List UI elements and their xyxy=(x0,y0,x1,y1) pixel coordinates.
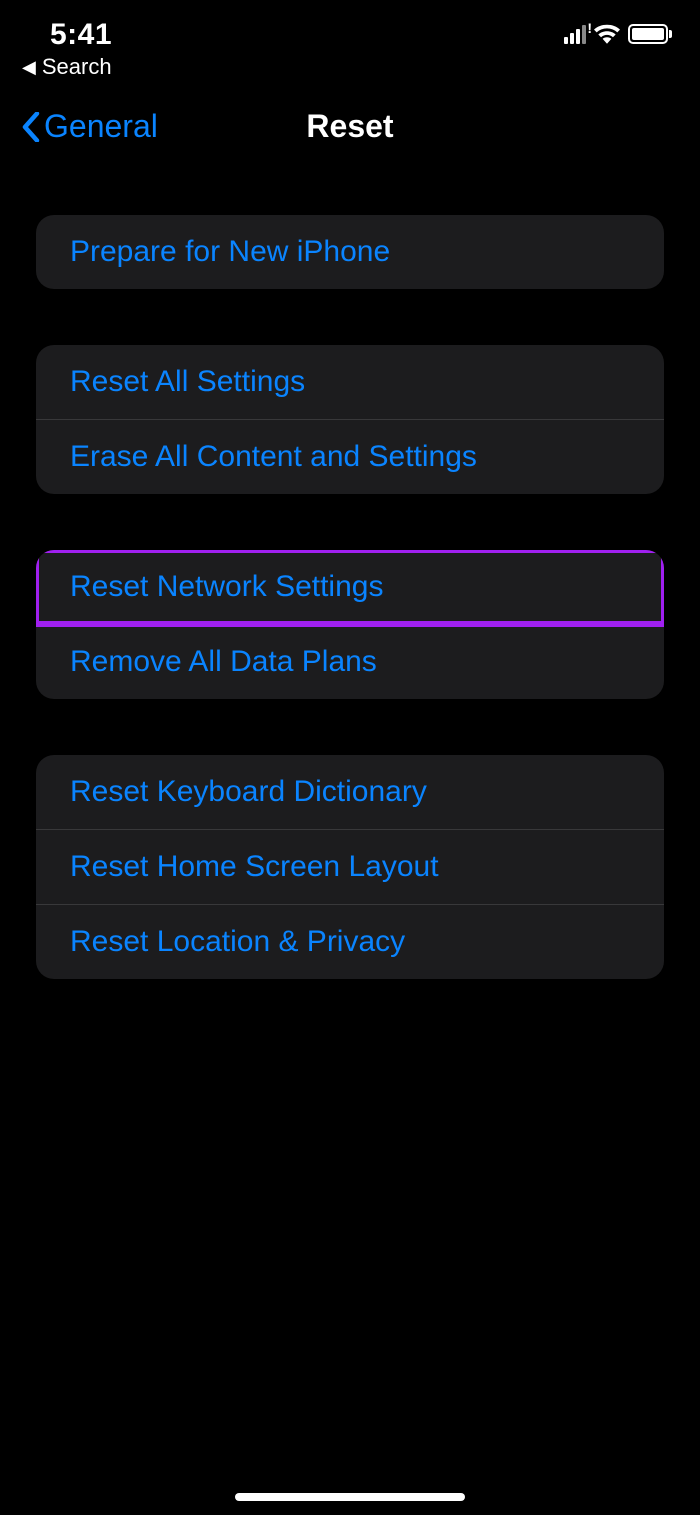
status-time: 5:41 xyxy=(50,18,112,52)
row-reset-keyboard-dictionary[interactable]: Reset Keyboard Dictionary xyxy=(36,755,664,829)
row-reset-network-settings[interactable]: Reset Network Settings xyxy=(36,550,664,624)
breadcrumb-back[interactable]: ◀ Search xyxy=(0,50,700,80)
status-bar: 5:41 ! xyxy=(0,0,700,50)
chevron-left-icon xyxy=(22,112,40,142)
row-remove-all-data-plans[interactable]: Remove All Data Plans xyxy=(36,624,664,699)
battery-icon xyxy=(628,24,672,44)
row-reset-home-screen-layout[interactable]: Reset Home Screen Layout xyxy=(36,829,664,904)
content: Prepare for New iPhone Reset All Setting… xyxy=(0,215,700,979)
group-misc: Reset Keyboard Dictionary Reset Home Scr… xyxy=(36,755,664,979)
home-indicator[interactable] xyxy=(235,1493,465,1501)
row-prepare-for-new-iphone[interactable]: Prepare for New iPhone xyxy=(36,215,664,289)
row-erase-all-content[interactable]: Erase All Content and Settings xyxy=(36,419,664,494)
group-reset-erase: Reset All Settings Erase All Content and… xyxy=(36,345,664,494)
nav-bar: General Reset xyxy=(0,80,700,175)
group-network: Reset Network Settings Remove All Data P… xyxy=(36,550,664,699)
row-reset-all-settings[interactable]: Reset All Settings xyxy=(36,345,664,419)
breadcrumb-label: Search xyxy=(42,54,112,80)
back-button-label: General xyxy=(44,108,158,145)
cellular-signal-icon: ! xyxy=(564,24,586,44)
page-title: Reset xyxy=(306,108,393,145)
back-button[interactable]: General xyxy=(22,108,158,145)
group-prepare: Prepare for New iPhone xyxy=(36,215,664,289)
row-reset-location-privacy[interactable]: Reset Location & Privacy xyxy=(36,904,664,979)
status-icons: ! xyxy=(564,18,672,44)
wifi-icon xyxy=(594,24,620,44)
caret-left-icon: ◀ xyxy=(22,57,36,78)
